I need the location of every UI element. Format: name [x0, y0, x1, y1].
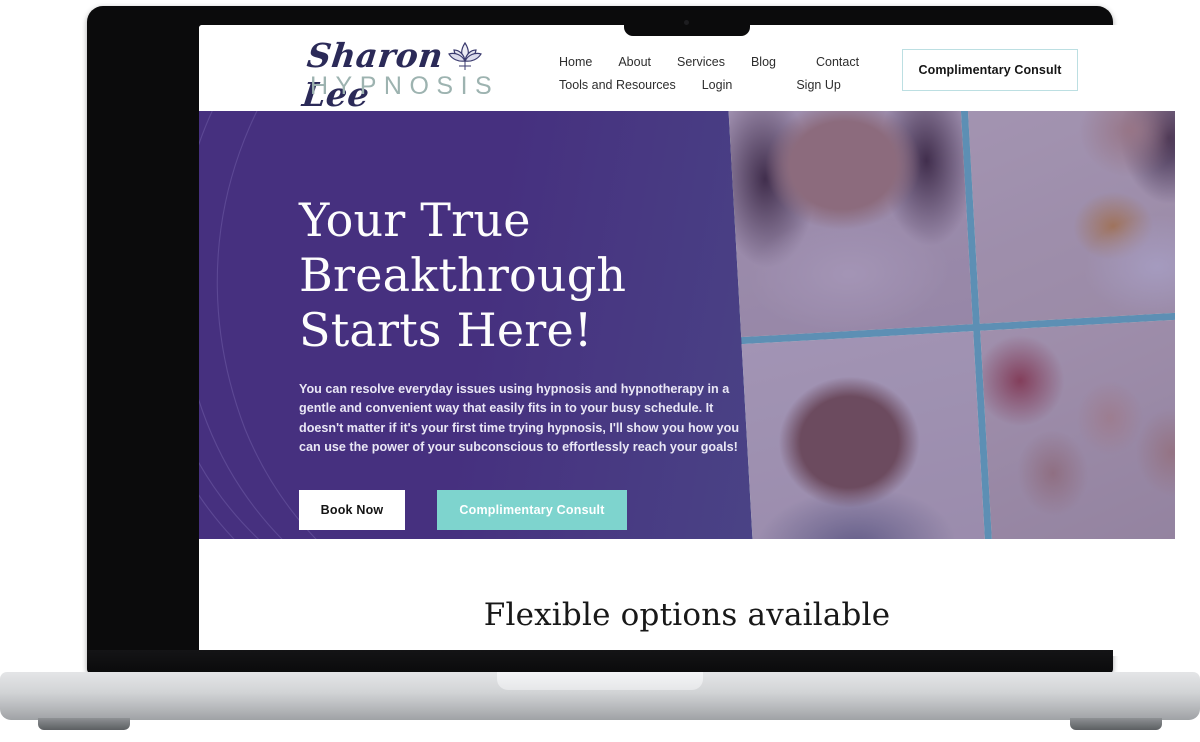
webcam-icon — [684, 20, 689, 25]
nav-item-home[interactable]: Home — [559, 55, 592, 69]
flexible-options-heading: Flexible options available — [483, 597, 891, 633]
hero-section: Your True Breakthrough Starts Here! You … — [199, 111, 1175, 539]
header-cta-label: Complimentary Consult — [918, 63, 1062, 77]
photo-collage — [727, 111, 1175, 539]
book-now-button[interactable]: Book Now — [299, 489, 405, 530]
site-logo[interactable]: Sharon Lee HYPNOSIS — [300, 36, 497, 114]
collage-photo-2 — [966, 111, 1175, 324]
nav-item-sign-up[interactable]: Sign Up — [796, 78, 840, 92]
nav-item-blog[interactable]: Blog — [751, 55, 776, 69]
header-complimentary-consult-button[interactable]: Complimentary Consult — [902, 49, 1078, 91]
nav-item-tools-and-resources[interactable]: Tools and Resources — [559, 78, 676, 92]
hero-complimentary-consult-button[interactable]: Complimentary Consult — [437, 489, 627, 530]
hero-title-line-1: Your True Breakthrough — [299, 193, 627, 302]
lotus-icon — [445, 38, 485, 77]
nav-item-about[interactable]: About — [618, 55, 651, 69]
book-now-label: Book Now — [320, 502, 384, 517]
nav-item-services[interactable]: Services — [677, 55, 725, 69]
nav-row-secondary: Tools and Resources Login Sign Up — [551, 78, 911, 92]
below-hero-section: Flexible options available — [199, 539, 1175, 656]
hero-title-line-2: Starts Here! — [299, 303, 593, 357]
collage-photo-3 — [741, 330, 986, 539]
laptop-chin — [87, 650, 1113, 674]
laptop-mockup: Sharon Lee HYPNOSIS Home About Services … — [0, 0, 1200, 742]
hero-title: Your True Breakthrough Starts Here! — [299, 193, 769, 358]
hero-consult-label: Complimentary Consult — [459, 502, 605, 517]
nav-row-primary: Home About Services Blog Contact — [551, 55, 911, 69]
nav-item-contact[interactable]: Contact — [816, 55, 859, 69]
nav-item-login[interactable]: Login — [702, 78, 733, 92]
laptop-foot-right — [1070, 718, 1162, 730]
site-header: Sharon Lee HYPNOSIS Home About Services … — [199, 25, 1175, 114]
hero-copy: Your True Breakthrough Starts Here! You … — [299, 193, 769, 530]
laptop-screen: Sharon Lee HYPNOSIS Home About Services … — [199, 25, 1175, 656]
collage-photo-4 — [979, 317, 1175, 539]
laptop-base-notch — [497, 672, 703, 690]
hero-paragraph: You can resolve everyday issues using hy… — [299, 382, 740, 455]
laptop-foot-left — [38, 718, 130, 730]
hero-button-group: Book Now Complimentary Consult — [299, 489, 769, 530]
laptop-lid: Sharon Lee HYPNOSIS Home About Services … — [87, 6, 1175, 673]
main-navigation: Home About Services Blog Contact Tools a… — [551, 55, 911, 92]
